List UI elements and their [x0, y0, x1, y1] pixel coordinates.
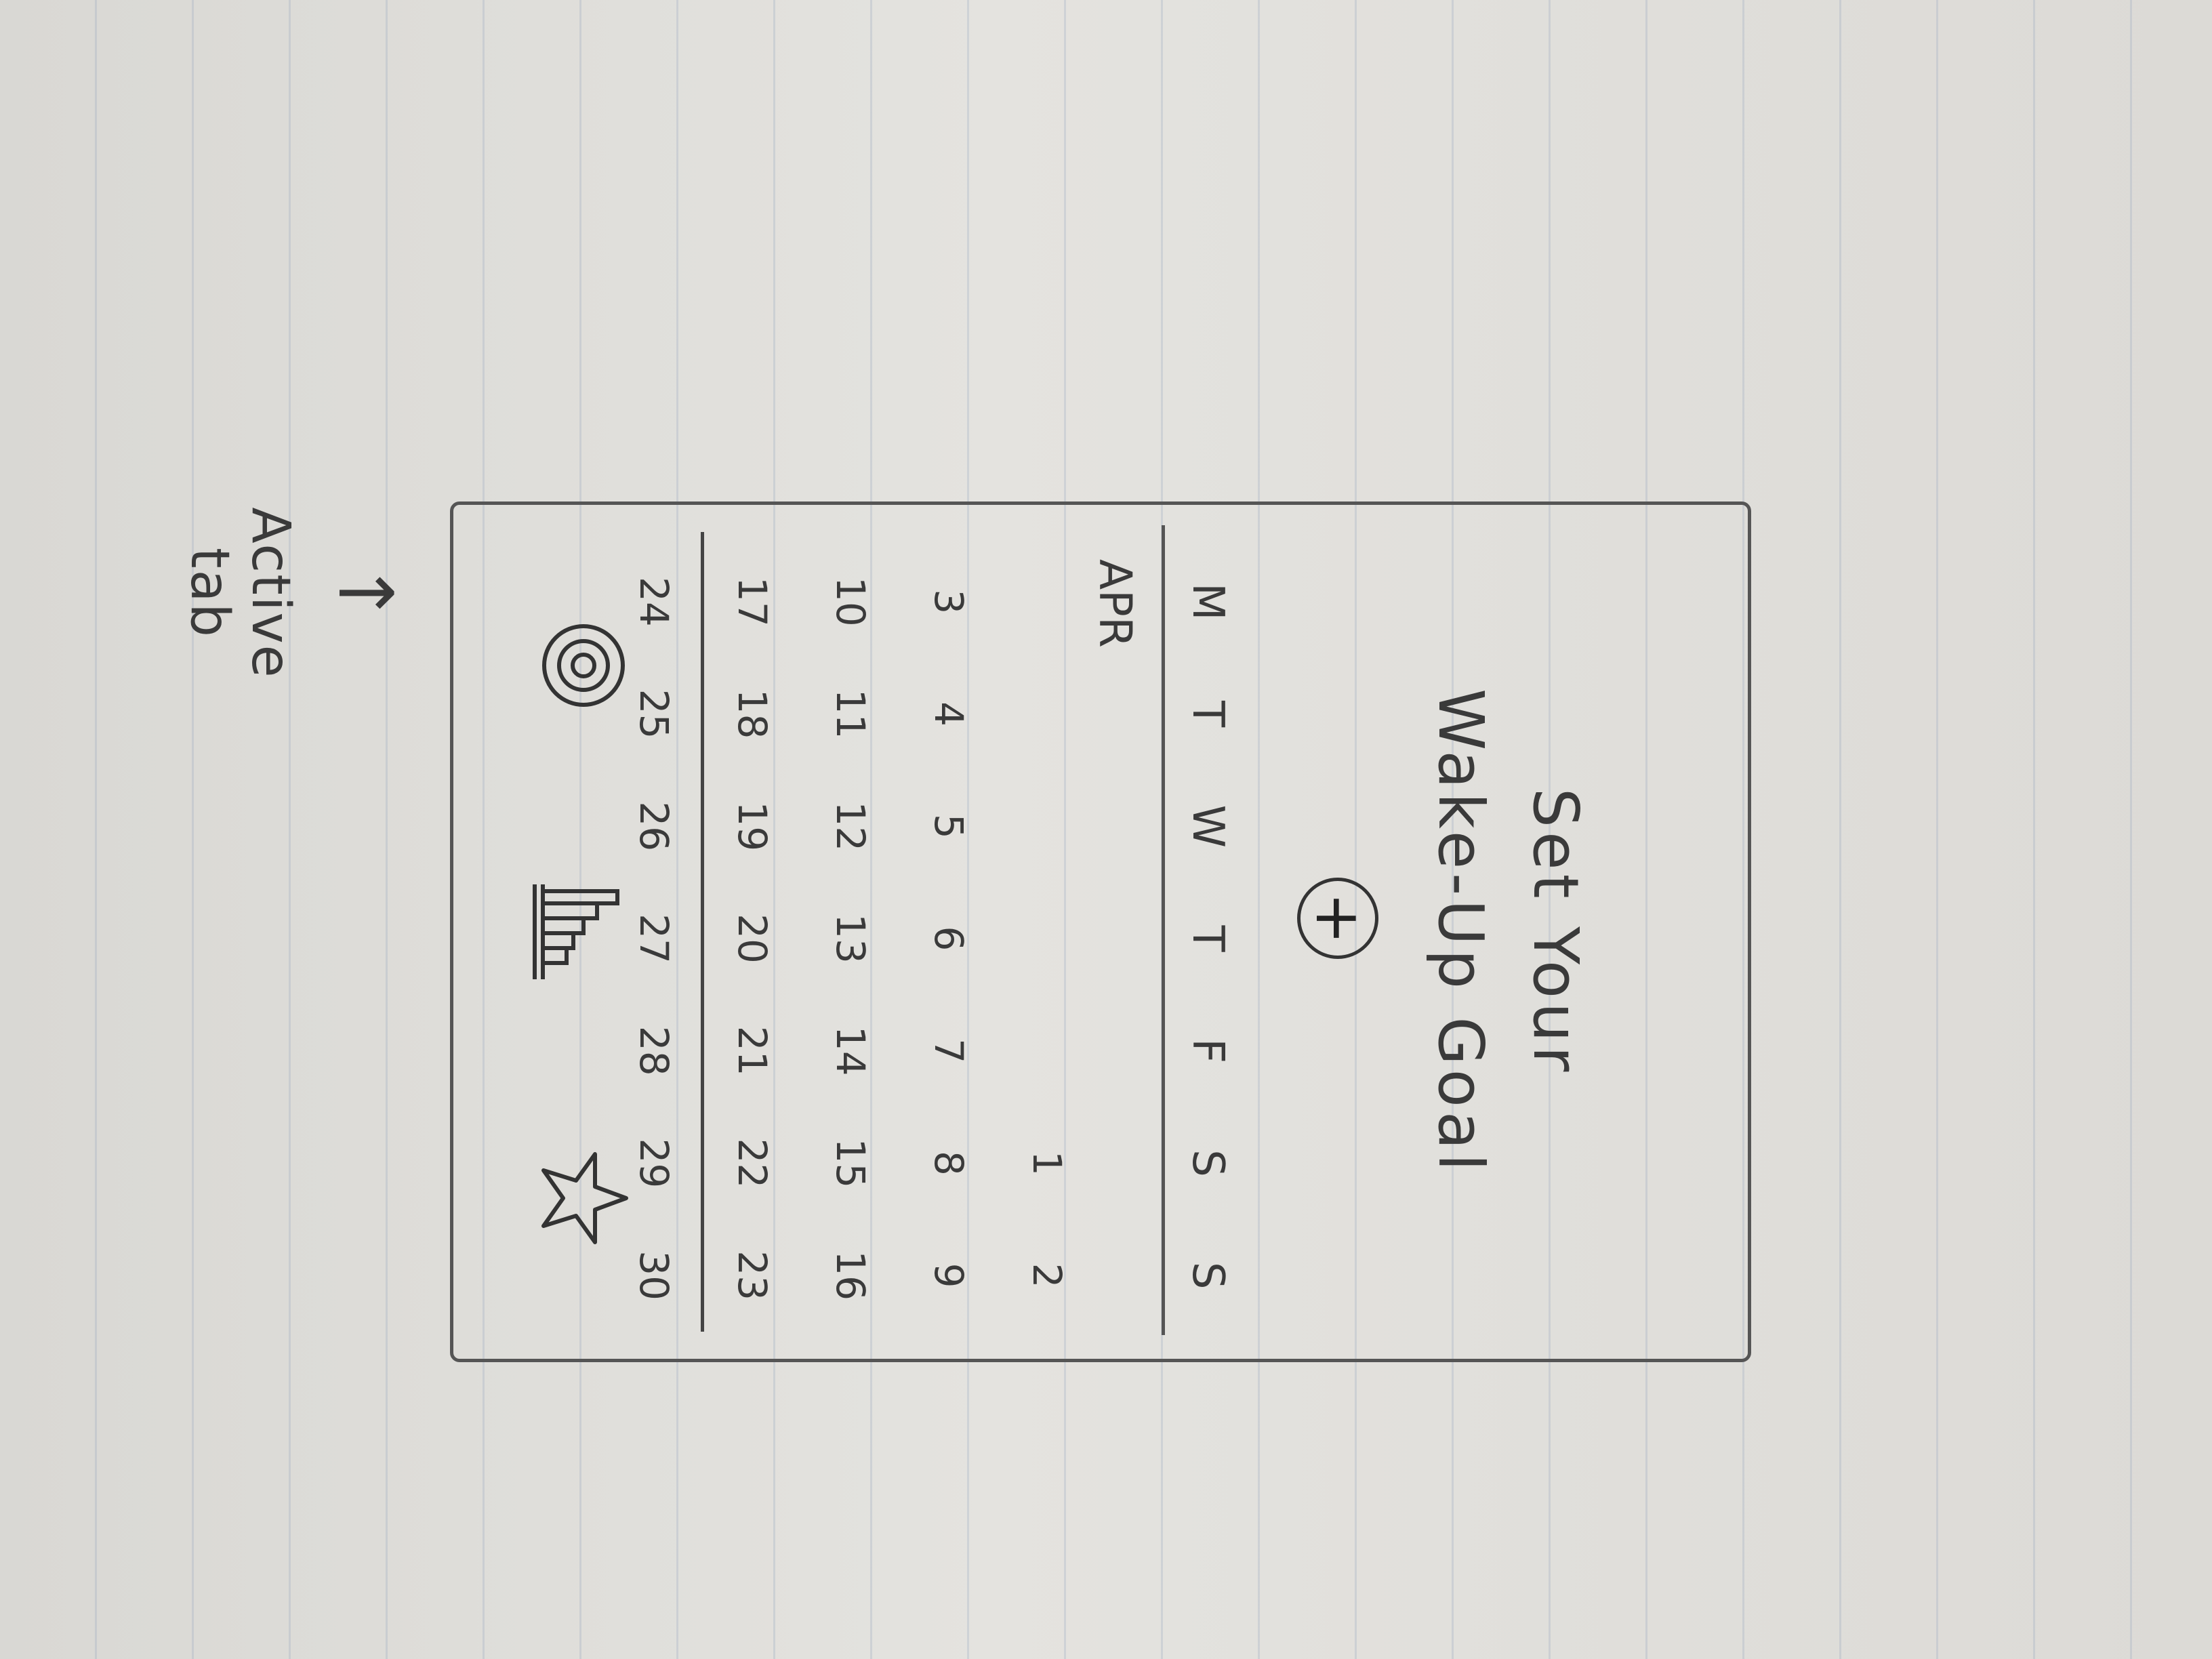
arrow-up-icon: ↑ — [322, 561, 409, 625]
calendar-day[interactable]: 7 — [874, 995, 972, 1107]
tab-favorites[interactable] — [530, 1147, 634, 1249]
weekday-label: T — [1183, 925, 1233, 952]
calendar-day[interactable]: 2 — [972, 1219, 1070, 1332]
target-icon — [542, 623, 625, 707]
annotation-label: Active tab — [179, 507, 301, 679]
tab-stats[interactable] — [527, 878, 638, 986]
calendar-day[interactable]: 6 — [874, 882, 972, 995]
active-tab-annotation: ↑ Active tab — [179, 491, 409, 695]
weekday-divider — [1162, 525, 1165, 1335]
weekday-label: S — [1183, 1261, 1233, 1290]
calendar-day[interactable]: 11 — [775, 658, 874, 771]
tab-bar-divider — [701, 532, 704, 1332]
tab-bar — [474, 532, 691, 1332]
star-icon — [541, 1152, 628, 1245]
weekday-label: M — [1183, 583, 1233, 621]
calendar-day[interactable]: 4 — [874, 658, 972, 771]
weekday-label: S — [1183, 1149, 1233, 1177]
calendar-day — [972, 995, 1070, 1107]
calendar-day[interactable]: 23 — [677, 1219, 775, 1332]
calendar-day[interactable]: 12 — [775, 770, 874, 882]
calendar-day — [972, 658, 1070, 771]
calendar-day[interactable]: 13 — [775, 882, 874, 995]
calendar-day — [972, 546, 1070, 658]
calendar-day[interactable]: 21 — [677, 995, 775, 1107]
calendar-day — [972, 770, 1070, 882]
tab-goal[interactable] — [530, 615, 634, 716]
page-title-line1: Set Your — [1519, 787, 1592, 1076]
calendar-day[interactable]: 22 — [677, 1107, 775, 1220]
calendar-day — [972, 882, 1070, 995]
calendar-day[interactable]: 18 — [677, 658, 775, 771]
plus-icon: + — [1302, 892, 1374, 945]
calendar-day[interactable]: 8 — [874, 1107, 972, 1220]
weekday-header: M T W T F S S — [1172, 546, 1233, 1332]
calendar-day[interactable]: 15 — [775, 1107, 874, 1220]
add-goal-button[interactable]: + — [1297, 878, 1378, 959]
calendar-day[interactable]: 16 — [775, 1219, 874, 1332]
sketch-container: Set Your Wake-Up Goal + M T W T F S S AP… — [0, 0, 2212, 1659]
calendar-day[interactable]: 9 — [874, 1219, 972, 1332]
weekday-label: W — [1183, 804, 1233, 848]
bar-chart-icon — [533, 884, 619, 979]
weekday-label: F — [1183, 1038, 1233, 1064]
calendar-day[interactable]: 1 — [972, 1107, 1070, 1220]
weekday-label: T — [1183, 701, 1233, 728]
calendar-day[interactable]: 3 — [874, 546, 972, 658]
calendar-day[interactable]: 10 — [775, 546, 874, 658]
page-title-line2: Wake-Up Goal — [1425, 689, 1497, 1175]
calendar-day[interactable]: 17 — [677, 546, 775, 658]
month-label: APR — [1089, 559, 1141, 648]
calendar-day[interactable]: 5 — [874, 770, 972, 882]
calendar-day[interactable]: 20 — [677, 882, 775, 995]
calendar-day[interactable]: 14 — [775, 995, 874, 1107]
calendar-day[interactable]: 19 — [677, 770, 775, 882]
phone-frame: Set Your Wake-Up Goal + M T W T F S S AP… — [450, 501, 1751, 1362]
